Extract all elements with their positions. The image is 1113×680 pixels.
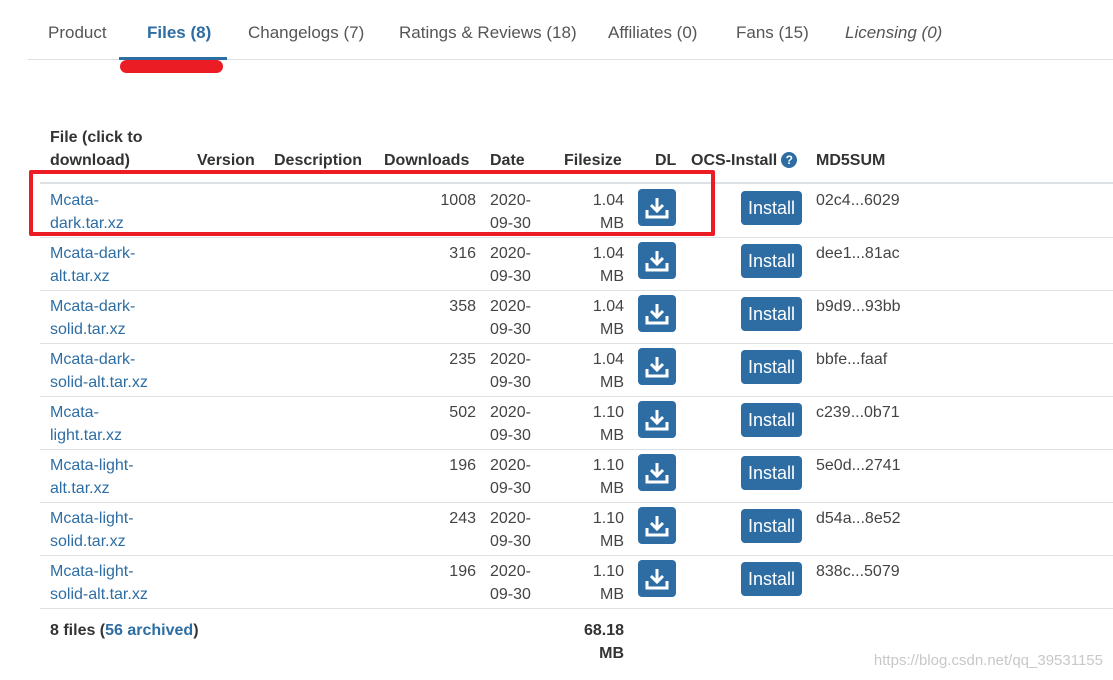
md5sum: dee1...81ac: [816, 245, 900, 262]
install-button[interactable]: Install: [741, 191, 802, 225]
file-size: 1.04 MB: [592, 245, 624, 285]
header-file: File (click to download): [50, 129, 143, 169]
file-date: 2020- 09-30: [490, 563, 531, 603]
download-button[interactable]: [638, 348, 676, 385]
header-version: Version: [197, 152, 255, 169]
download-button[interactable]: [638, 295, 676, 332]
file-name-link[interactable]: Mcata-light-solid-alt.tar.xz: [50, 560, 180, 606]
file-name-link[interactable]: Mcata-light-alt.tar.xz: [50, 454, 180, 500]
tab-files[interactable]: Files (8): [147, 22, 211, 44]
table-row: Mcata-dark.tar.xz 1008 2020- 09-30 1.04 MB Ins…: [40, 184, 1113, 238]
download-button[interactable]: [638, 401, 676, 438]
install-button[interactable]: Install: [741, 456, 802, 490]
download-count: 196: [449, 563, 476, 580]
file-size: 1.04 MB: [592, 298, 624, 338]
file-name-link[interactable]: Mcata-light.tar.xz: [50, 401, 180, 447]
file-size: 1.10 MB: [592, 457, 624, 497]
install-button[interactable]: Install: [741, 562, 802, 596]
table-row: Mcata-dark-solid-alt.tar.xz 235 2020- 09-30…: [40, 343, 1113, 397]
archived-link[interactable]: 56 archived: [105, 622, 193, 639]
file-size: 1.10 MB: [592, 510, 624, 550]
file-name-link[interactable]: Mcata-light-solid.tar.xz: [50, 507, 180, 553]
table-row: Mcata-light-solid.tar.xz 243 2020- 09-30 1.1…: [40, 502, 1113, 556]
table-row: Mcata-light-solid-alt.tar.xz 196 2020- 09-3…: [40, 555, 1113, 609]
download-count: 235: [449, 351, 476, 368]
header-dl: DL: [655, 152, 677, 169]
download-button[interactable]: [638, 560, 676, 597]
md5sum: c239...0b71: [816, 404, 900, 421]
file-date: 2020- 09-30: [490, 351, 531, 391]
md5sum: 5e0d...2741: [816, 457, 901, 474]
file-date: 2020- 09-30: [490, 298, 531, 338]
download-button[interactable]: [638, 189, 676, 226]
files-summary: 8 files (56 archived): [50, 622, 199, 639]
table-row: Mcata-dark-alt.tar.xz 316 2020- 09-30 1.04 MB…: [40, 237, 1113, 291]
tab-licensing[interactable]: Licensing (0): [845, 22, 942, 44]
tab-changelogs[interactable]: Changelogs (7): [248, 22, 364, 44]
file-size: 1.10 MB: [592, 563, 624, 603]
download-button[interactable]: [638, 507, 676, 544]
tab-fans[interactable]: Fans (15): [736, 22, 809, 44]
file-date: 2020- 09-30: [490, 510, 531, 550]
install-button[interactable]: Install: [741, 244, 802, 278]
install-button[interactable]: Install: [741, 403, 802, 437]
file-size: 1.04 MB: [592, 192, 624, 232]
file-name-link[interactable]: Mcata-dark-alt.tar.xz: [50, 242, 180, 288]
header-date: Date: [490, 152, 525, 169]
header-md5sum: MD5SUM: [816, 152, 886, 169]
tab-ratings-reviews[interactable]: Ratings & Reviews (18): [399, 22, 577, 44]
file-size: 1.10 MB: [592, 404, 624, 444]
tab-affiliates[interactable]: Affiliates (0): [608, 22, 697, 44]
md5sum: b9d9...93bb: [816, 298, 901, 315]
file-size: 1.04 MB: [592, 351, 624, 391]
header-downloads: Downloads: [384, 152, 470, 169]
md5sum: 838c...5079: [816, 563, 900, 580]
tab-product[interactable]: Product: [48, 22, 107, 44]
md5sum: 02c4...6029: [816, 192, 900, 209]
install-button[interactable]: Install: [741, 350, 802, 384]
file-date: 2020- 09-30: [490, 192, 531, 232]
file-date: 2020- 09-30: [490, 404, 531, 444]
download-count: 196: [449, 457, 476, 474]
download-count: 316: [449, 245, 476, 262]
help-circle-icon[interactable]: ?: [781, 152, 798, 168]
download-count: 243: [449, 510, 476, 527]
md5sum: d54a...8e52: [816, 510, 901, 527]
tab-bar: Product Files (8) Changelogs (7) Ratings…: [28, 0, 1113, 60]
install-button[interactable]: Install: [741, 297, 802, 331]
table-row: Mcata-light.tar.xz 502 2020- 09-30 1.10 MB Ins…: [40, 396, 1113, 450]
install-button[interactable]: Install: [741, 509, 802, 543]
annotation-red-underline: [120, 60, 223, 73]
total-filesize: 68.18 MB: [583, 622, 624, 662]
header-description: Description: [274, 152, 363, 169]
download-button[interactable]: [638, 454, 676, 491]
download-count: 1008: [440, 192, 476, 209]
header-filesize: Filesize: [564, 152, 622, 169]
file-date: 2020- 09-30: [490, 457, 531, 497]
table-row: Mcata-dark-solid.tar.xz 358 2020- 09-30 1.04…: [40, 290, 1113, 344]
table-row: Mcata-light-alt.tar.xz 196 2020- 09-30 1.10 M…: [40, 449, 1113, 503]
file-name-link[interactable]: Mcata-dark-solid-alt.tar.xz: [50, 348, 180, 394]
file-name-link[interactable]: Mcata-dark.tar.xz: [50, 189, 180, 235]
file-name-link[interactable]: Mcata-dark-solid.tar.xz: [50, 295, 180, 341]
download-count: 358: [449, 298, 476, 315]
download-count: 502: [449, 404, 476, 421]
md5sum: bbfe...faaf: [816, 351, 888, 368]
file-date: 2020- 09-30: [490, 245, 531, 285]
download-button[interactable]: [638, 242, 676, 279]
header-ocs-install: OCS-Install?: [691, 149, 798, 172]
watermark: https://blog.csdn.net/qq_39531155: [873, 652, 1103, 669]
